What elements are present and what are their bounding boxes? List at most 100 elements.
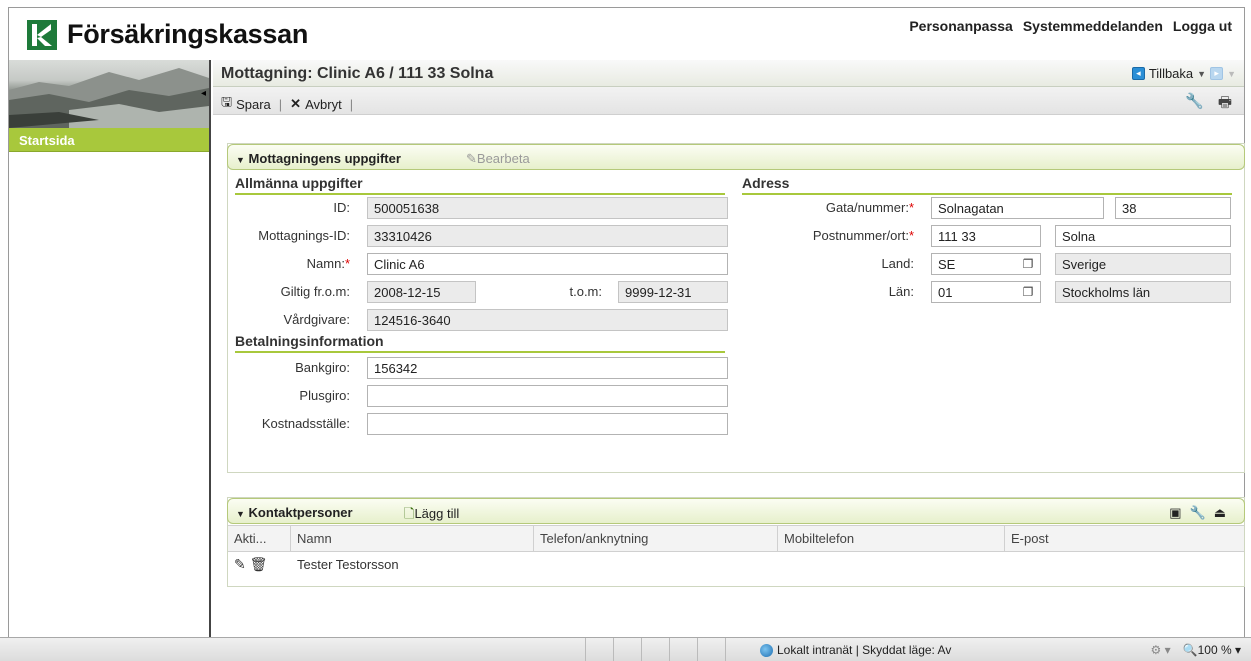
lan-picker-icon[interactable]: ❐ bbox=[1020, 285, 1036, 299]
mottagnings-id-field: 33310426 bbox=[367, 225, 728, 247]
contacts-table-header: Akti... Namn Telefon/anknytning Mobiltel… bbox=[228, 525, 1244, 552]
status-cell bbox=[613, 638, 641, 661]
add-contact-icon: 🗋 bbox=[404, 506, 415, 521]
status-cell bbox=[641, 638, 669, 661]
save-button[interactable]: Spara bbox=[236, 97, 271, 112]
row-actions: ✎ 🗑 bbox=[228, 556, 291, 573]
mottagnings-id-label: Mottagnings-ID: bbox=[258, 228, 350, 243]
forward-dropdown-icon[interactable]: ▼ bbox=[1227, 69, 1236, 79]
cancel-button[interactable]: Avbryt bbox=[305, 97, 342, 112]
sidebar-item-startsida[interactable]: Startsida bbox=[9, 128, 209, 152]
required-marker: * bbox=[344, 256, 350, 271]
vardgivare-label: Vårdgivare: bbox=[283, 312, 350, 327]
systemmeddelanden-link[interactable]: Systemmeddelanden bbox=[1023, 18, 1163, 34]
gata-input[interactable]: Solnagatan bbox=[931, 197, 1104, 219]
land-picker-icon[interactable]: ❐ bbox=[1020, 257, 1036, 271]
plusgiro-input[interactable] bbox=[367, 385, 728, 407]
column-header-telefon[interactable]: Telefon/anknytning bbox=[534, 526, 778, 551]
pencil-icon: ✎ bbox=[466, 151, 477, 166]
back-button[interactable]: Tillbaka bbox=[1149, 66, 1193, 81]
contacts-panel-title[interactable]: ▼ Kontaktpersoner bbox=[236, 505, 353, 520]
collapse-up-icon[interactable]: ⏏ bbox=[1214, 505, 1234, 520]
general-section-title: Allmänna uppgifter bbox=[235, 175, 725, 195]
protected-mode-icon[interactable]: ⚙ ▾ bbox=[1151, 643, 1171, 657]
giltig-from-label: Giltig fr.o.m: bbox=[280, 284, 350, 299]
tom-field: 9999-12-31 bbox=[618, 281, 728, 303]
column-header-aktiv[interactable]: Akti... bbox=[228, 526, 291, 551]
collapse-sidebar-icon[interactable]: ◂ bbox=[201, 88, 207, 99]
details-panel: ▼ Mottagningens uppgifter ✎Bearbeta Allm… bbox=[227, 143, 1245, 473]
postnummer-label: Postnummer/ort:* bbox=[812, 228, 914, 243]
details-panel-title[interactable]: ▼ Mottagningens uppgifter bbox=[236, 151, 401, 166]
land-label: Land: bbox=[881, 256, 914, 271]
add-contact-button[interactable]: 🗋Lägg till bbox=[404, 505, 459, 527]
collapse-caret-icon: ▼ bbox=[236, 155, 245, 165]
sidebar: ◂ Startsida bbox=[9, 60, 211, 638]
postnummer-input[interactable]: 111 33 bbox=[931, 225, 1041, 247]
tom-label: t.o.m: bbox=[569, 284, 602, 299]
column-header-epost[interactable]: E-post bbox=[1005, 526, 1244, 551]
zoom-control[interactable]: 🔍100 % ▾ bbox=[1183, 643, 1241, 657]
sidebar-banner-image: ◂ bbox=[9, 60, 209, 128]
toolbar-separator: | bbox=[349, 96, 354, 112]
security-zone-text: Lokalt intranät | Skyddat läge: Av bbox=[777, 643, 952, 657]
nummer-input[interactable]: 38 bbox=[1115, 197, 1231, 219]
cancel-icon[interactable]: ✕ bbox=[290, 96, 301, 112]
namn-input[interactable]: Clinic A6 bbox=[367, 253, 728, 275]
toolbar: 🖫 Spara | ✕ Avbryt | 🔧 🖶 bbox=[213, 87, 1244, 115]
status-cell bbox=[669, 638, 697, 661]
status-cell bbox=[585, 638, 613, 661]
page-title: Mottagning: Clinic A6 / 111 33 Solna bbox=[221, 65, 494, 82]
zoom-magnifier-icon: 🔍 bbox=[1182, 643, 1198, 657]
browser-status-bar: Lokalt intranät | Skyddat läge: Av ⚙ ▾ 🔍… bbox=[0, 637, 1251, 661]
forward-arrow-icon[interactable]: ▸ bbox=[1210, 67, 1224, 80]
column-header-mobiltelefon[interactable]: Mobiltelefon bbox=[778, 526, 1005, 551]
contacts-panel: ▼ Kontaktpersoner 🗋Lägg till ▣🔧⏏ Akti...… bbox=[227, 497, 1245, 587]
status-cell bbox=[697, 638, 725, 661]
title-bar: Mottagning: Clinic A6 / 111 33 Solna ◂ T… bbox=[213, 60, 1244, 87]
id-field: 500051638 bbox=[367, 197, 728, 219]
top-header: Försäkringskassan Personanpassa Systemme… bbox=[9, 8, 1244, 60]
back-dropdown-icon[interactable]: ▼ bbox=[1197, 69, 1206, 79]
bankgiro-input[interactable]: 156342 bbox=[367, 357, 728, 379]
address-section-title: Adress bbox=[742, 175, 1232, 195]
intranet-globe-icon bbox=[760, 643, 773, 657]
delete-trash-icon[interactable]: 🗑 bbox=[250, 556, 268, 572]
payment-section-title: Betalningsinformation bbox=[235, 333, 725, 353]
security-zone[interactable]: Lokalt intranät | Skyddat läge: Av bbox=[760, 643, 951, 657]
kostnadsstalle-label: Kostnadsställe: bbox=[261, 416, 350, 431]
namn-label: Namn:* bbox=[306, 256, 350, 271]
brand-logo[interactable]: Försäkringskassan bbox=[27, 19, 308, 50]
logo-icon bbox=[27, 19, 57, 50]
back-navigation: ◂ Tillbaka ▼ ▸ ▼ bbox=[1131, 66, 1236, 81]
ort-input[interactable]: Solna bbox=[1055, 225, 1231, 247]
column-header-namn[interactable]: Namn bbox=[291, 526, 534, 551]
personanpassa-link[interactable]: Personanpassa bbox=[909, 18, 1013, 34]
save-icon[interactable]: 🖫 bbox=[221, 93, 232, 115]
contacts-panel-header: ▼ Kontaktpersoner 🗋Lägg till ▣🔧⏏ bbox=[227, 498, 1245, 524]
print-icon[interactable]: 🖶 bbox=[1218, 92, 1232, 117]
status-cells bbox=[585, 638, 753, 661]
status-cell bbox=[725, 638, 753, 661]
lan-label: Län: bbox=[888, 284, 914, 299]
gata-label: Gata/nummer:* bbox=[825, 200, 914, 215]
tools-wrench-icon[interactable]: 🔧 bbox=[1190, 505, 1214, 520]
back-arrow-icon[interactable]: ◂ bbox=[1131, 67, 1145, 80]
giltig-from-field: 2008-12-15 bbox=[367, 281, 476, 303]
contacts-panel-tools: ▣🔧⏏ bbox=[1169, 505, 1234, 521]
edit-pencil-icon[interactable]: ✎ bbox=[234, 556, 246, 572]
contact-name-cell: Tester Testorsson bbox=[297, 556, 399, 572]
vardgivare-field: 124516-3640 bbox=[367, 309, 728, 331]
logga-ut-link[interactable]: Logga ut bbox=[1173, 18, 1232, 34]
kostnadsstalle-input[interactable] bbox=[367, 413, 728, 435]
plusgiro-label: Plusgiro: bbox=[299, 388, 350, 403]
zoom-area: ⚙ ▾ 🔍100 % ▾ bbox=[1151, 643, 1241, 657]
edit-button[interactable]: ✎Bearbeta bbox=[466, 151, 530, 167]
land-name-field: Sverige bbox=[1055, 253, 1231, 275]
required-marker: * bbox=[908, 200, 914, 215]
details-panel-header: ▼ Mottagningens uppgifter ✎Bearbeta bbox=[227, 144, 1245, 170]
app-window: Försäkringskassan Personanpassa Systemme… bbox=[8, 7, 1245, 638]
export-icon[interactable]: ▣ bbox=[1169, 505, 1189, 520]
tools-wrench-icon[interactable]: 🔧 bbox=[1185, 92, 1204, 117]
brand-name: Försäkringskassan bbox=[67, 19, 309, 49]
